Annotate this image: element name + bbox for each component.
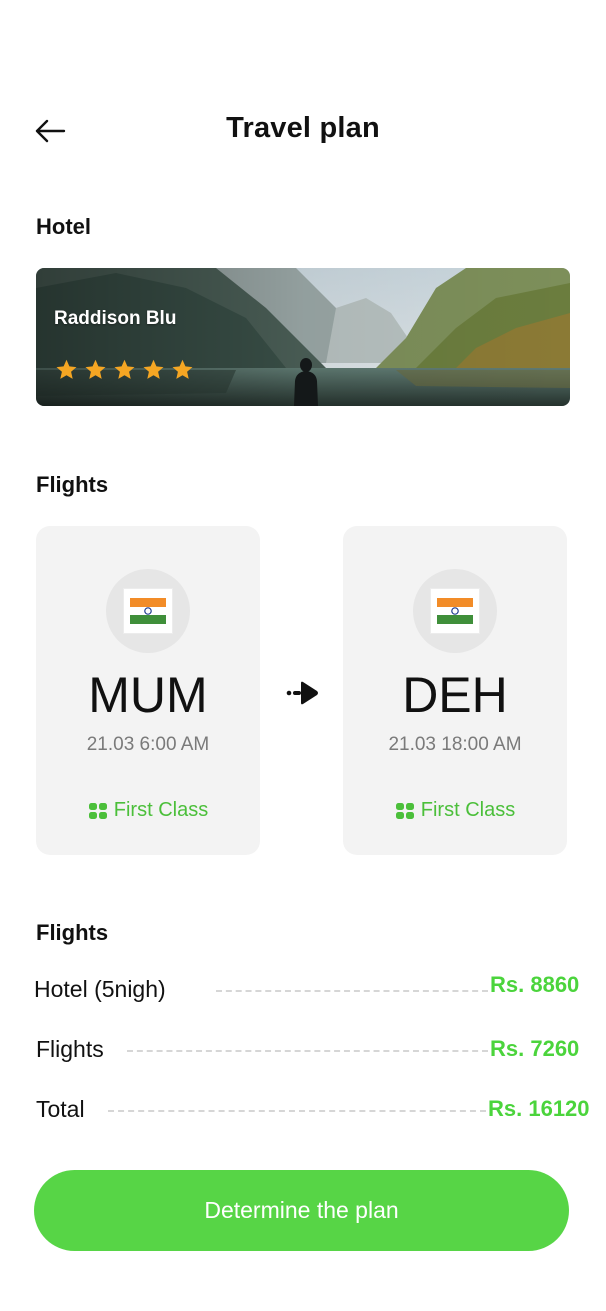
hotel-name: Raddison Blu [54, 308, 177, 329]
origin-airport-code: MUM [88, 667, 208, 723]
dotted-leader [216, 990, 488, 992]
origin-flag-badge [106, 569, 190, 653]
price-label: Hotel (5nigh) [34, 976, 166, 1002]
destination-class: First Class [343, 799, 567, 822]
price-row-total: Total Rs. 16120 [0, 1094, 606, 1130]
arrow-right-icon [286, 681, 318, 705]
destination-datetime: 21.03 18:00 AM [388, 734, 522, 755]
origin-class-label: First Class [113, 799, 209, 821]
seat-class-icon [88, 802, 107, 819]
hotel-image [36, 268, 570, 406]
hotel-card[interactable]: Raddison Blu [36, 268, 570, 406]
page-title: Travel plan [226, 112, 380, 144]
india-flag-icon [431, 589, 479, 633]
price-row-hotel: Hotel (5nigh) Rs. 8860 [0, 972, 606, 1008]
destination-flag-badge [413, 569, 497, 653]
seat-class-icon [395, 802, 414, 819]
summary-section-label: Flights [36, 920, 109, 945]
origin-flight-card[interactable]: MUM 21.03 6:00 AM First Class [36, 526, 260, 855]
hotel-section-label: Hotel [36, 214, 91, 239]
flights-section-label: Flights [36, 472, 109, 497]
price-label: Total [36, 1096, 85, 1122]
determine-plan-button[interactable]: Determine the plan [34, 1170, 569, 1251]
star-icon [172, 359, 193, 379]
price-row-flights: Flights Rs. 7260 [0, 1034, 606, 1070]
star-icon [143, 359, 164, 379]
destination-flight-card[interactable]: DEH 21.03 18:00 AM First Class [343, 526, 567, 855]
star-icon [114, 359, 135, 379]
origin-class: First Class [36, 799, 260, 822]
india-flag-icon [124, 589, 172, 633]
dotted-leader [108, 1110, 486, 1112]
price-value: Rs. 8860 [490, 972, 580, 997]
origin-datetime: 21.03 6:00 AM [86, 734, 210, 755]
dotted-leader [127, 1050, 488, 1052]
hotel-rating [54, 358, 195, 382]
price-value: Rs. 7260 [490, 1036, 580, 1061]
price-value: Rs. 16120 [488, 1096, 590, 1121]
destination-airport-code: DEH [402, 667, 508, 723]
destination-class-label: First Class [420, 799, 516, 821]
price-label: Flights [36, 1036, 104, 1062]
star-icon [56, 359, 77, 379]
star-icon [85, 359, 106, 379]
